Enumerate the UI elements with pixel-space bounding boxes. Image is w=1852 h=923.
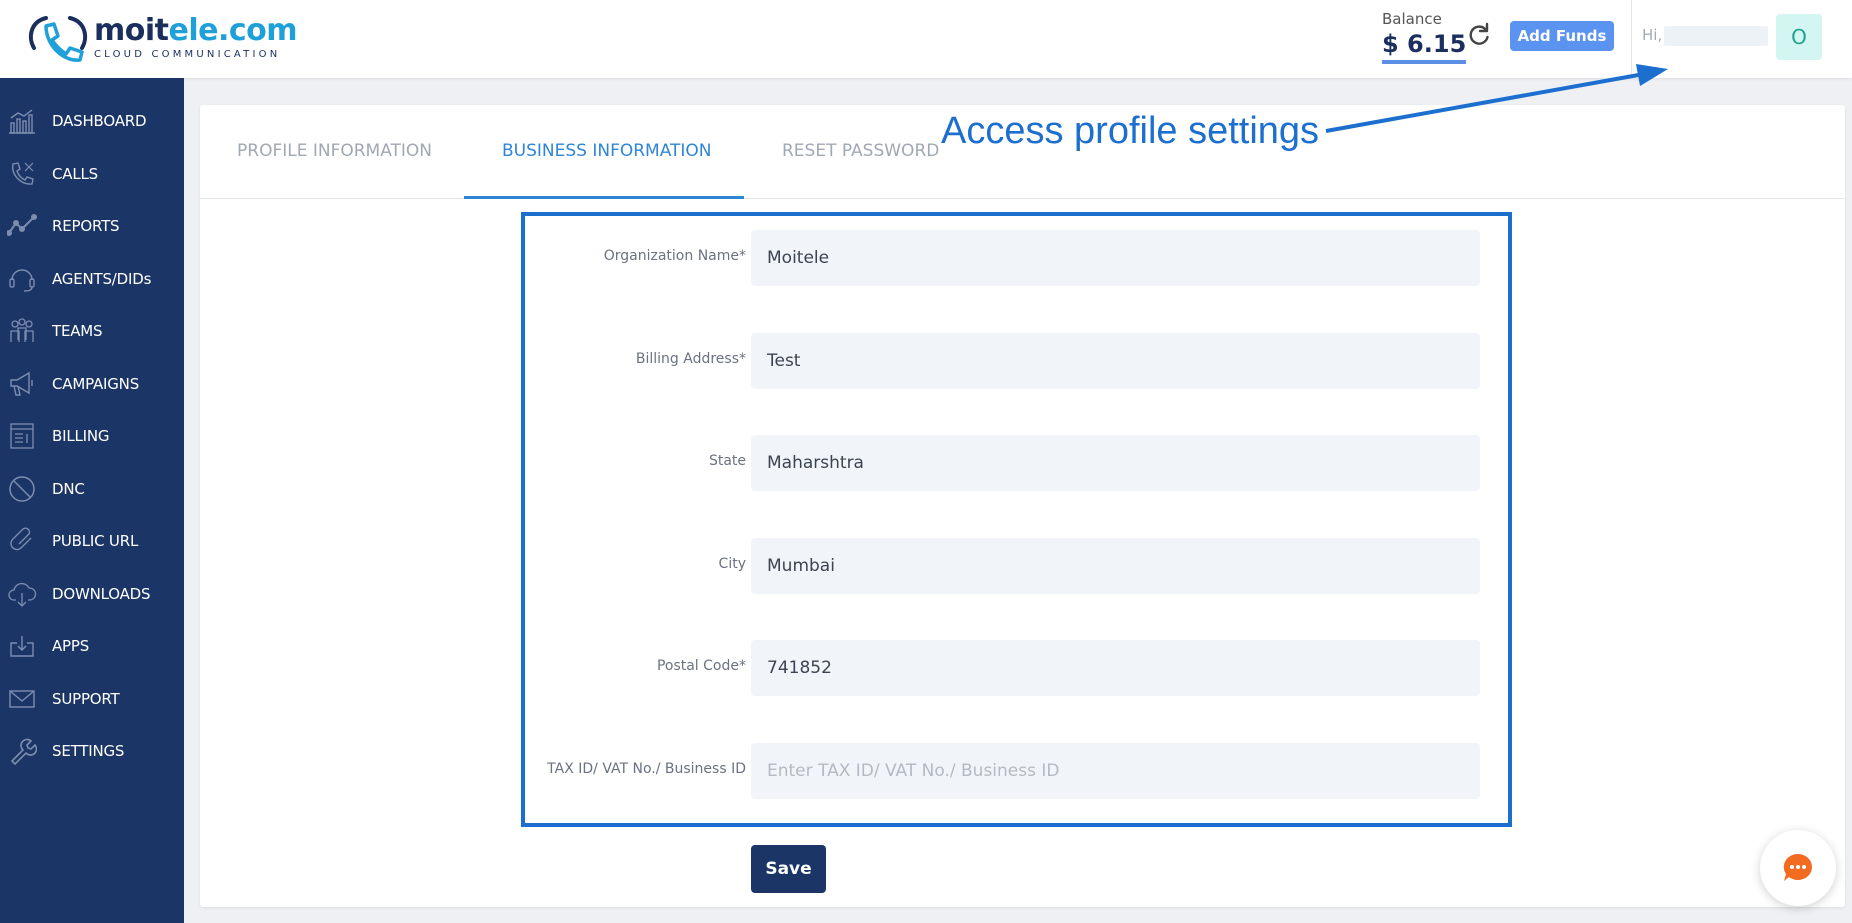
sidebar-item-public-url[interactable]: PUBLIC URL (0, 521, 184, 561)
user-avatar[interactable]: O (1776, 14, 1822, 60)
state-label: State (708, 453, 746, 469)
sidebar-item-calls[interactable]: CALLS (0, 154, 184, 194)
sidebar-nav: DASHBOARD CALLS REPORTS AGENTS/DIDs TEAM… (0, 78, 184, 923)
add-funds-button[interactable]: Add Funds (1510, 21, 1614, 51)
sidebar-label: APPS (52, 637, 90, 655)
state-field[interactable] (751, 435, 1480, 491)
annotation-label: Access profile settings (941, 110, 1320, 152)
tax-id-label: TAX ID/ VAT No./ Business ID (547, 761, 746, 777)
chat-bubble-icon (1783, 853, 1812, 881)
save-button[interactable]: Save (751, 845, 826, 893)
sidebar-item-billing[interactable]: BILLING (0, 416, 184, 456)
sidebar-item-agents[interactable]: AGENTS/DIDs (0, 259, 184, 299)
refresh-icon[interactable] (1466, 22, 1492, 48)
sidebar-item-campaigns[interactable]: CAMPAIGNS (0, 364, 184, 404)
phone-icon (12, 162, 34, 185)
sidebar-item-teams[interactable]: TEAMS (0, 311, 184, 351)
sidebar-item-settings[interactable]: SETTINGS (0, 731, 184, 771)
redacted-username (1664, 26, 1768, 46)
tab-reset-password[interactable]: RESET PASSWORD (782, 141, 939, 161)
billing-address-field[interactable] (751, 333, 1480, 389)
sidebar-item-reports[interactable]: REPORTS (0, 206, 184, 246)
balance-label: Balance (1382, 10, 1442, 28)
tray-download-icon (10, 636, 34, 657)
brand-name: moitele.com (94, 13, 298, 48)
sidebar-label: CAMPAIGNS (52, 375, 140, 393)
postal-code-label: Postal Code* (656, 658, 746, 674)
sidebar-label: AGENTS/DIDs (52, 270, 152, 288)
sidebar-label: DOWNLOADS (52, 585, 151, 603)
brand-tagline: CLOUD COMMUNICATION (94, 49, 281, 60)
sidebar-label: CALLS (52, 165, 98, 183)
trend-line-icon (7, 214, 37, 236)
tab-profile-information[interactable]: PROFILE INFORMATION (237, 141, 432, 161)
headset-icon (9, 269, 35, 292)
sidebar-item-apps[interactable]: APPS (0, 626, 184, 666)
sidebar-item-dashboard[interactable]: DASHBOARD (0, 101, 184, 141)
invoice-icon (10, 423, 34, 449)
sidebar-label: REPORTS (52, 217, 120, 235)
highlighted-form-area (521, 212, 1512, 827)
top-header: moitele.com CLOUD COMMUNICATION Balance … (0, 0, 1852, 78)
sidebar-item-dnc[interactable]: DNC (0, 469, 184, 509)
envelope-icon (9, 690, 35, 708)
sidebar-label: TEAMS (52, 322, 103, 340)
organization-name-label: Organization Name* (603, 248, 746, 264)
city-label: City (718, 556, 746, 572)
sidebar-label: DASHBOARD (52, 112, 147, 130)
balance-value: $ 6.15 (1382, 30, 1467, 64)
bar-chart-icon (9, 109, 35, 134)
balance-display: Balance $ 6.15 (1382, 10, 1467, 64)
megaphone-icon (10, 371, 33, 396)
logo-headset-icon (28, 16, 88, 62)
tax-id-field[interactable] (751, 743, 1480, 799)
sidebar-label: SUPPORT (52, 690, 120, 708)
organization-name-field[interactable] (751, 230, 1480, 286)
wrench-icon (10, 738, 37, 766)
block-icon (9, 476, 35, 502)
team-icon (10, 318, 34, 342)
sidebar-label: BILLING (52, 427, 110, 445)
link-icon (10, 527, 32, 551)
sidebar-label: SETTINGS (52, 742, 125, 760)
sidebar-label: PUBLIC URL (52, 532, 139, 550)
active-tab-indicator (464, 196, 744, 199)
billing-address-label: Billing Address* (635, 351, 746, 367)
header-divider (1631, 0, 1632, 78)
cloud-download-icon (8, 582, 37, 607)
postal-code-field[interactable] (751, 640, 1480, 696)
tab-business-information[interactable]: BUSINESS INFORMATION (502, 141, 712, 161)
city-field[interactable] (751, 538, 1480, 594)
sidebar-item-downloads[interactable]: DOWNLOADS (0, 574, 184, 614)
sidebar-item-support[interactable]: SUPPORT (0, 679, 184, 719)
chat-launcher-button[interactable] (1760, 830, 1836, 906)
brand-logo[interactable]: moitele.com CLOUD COMMUNICATION (24, 10, 298, 66)
sidebar-label: DNC (52, 480, 85, 498)
